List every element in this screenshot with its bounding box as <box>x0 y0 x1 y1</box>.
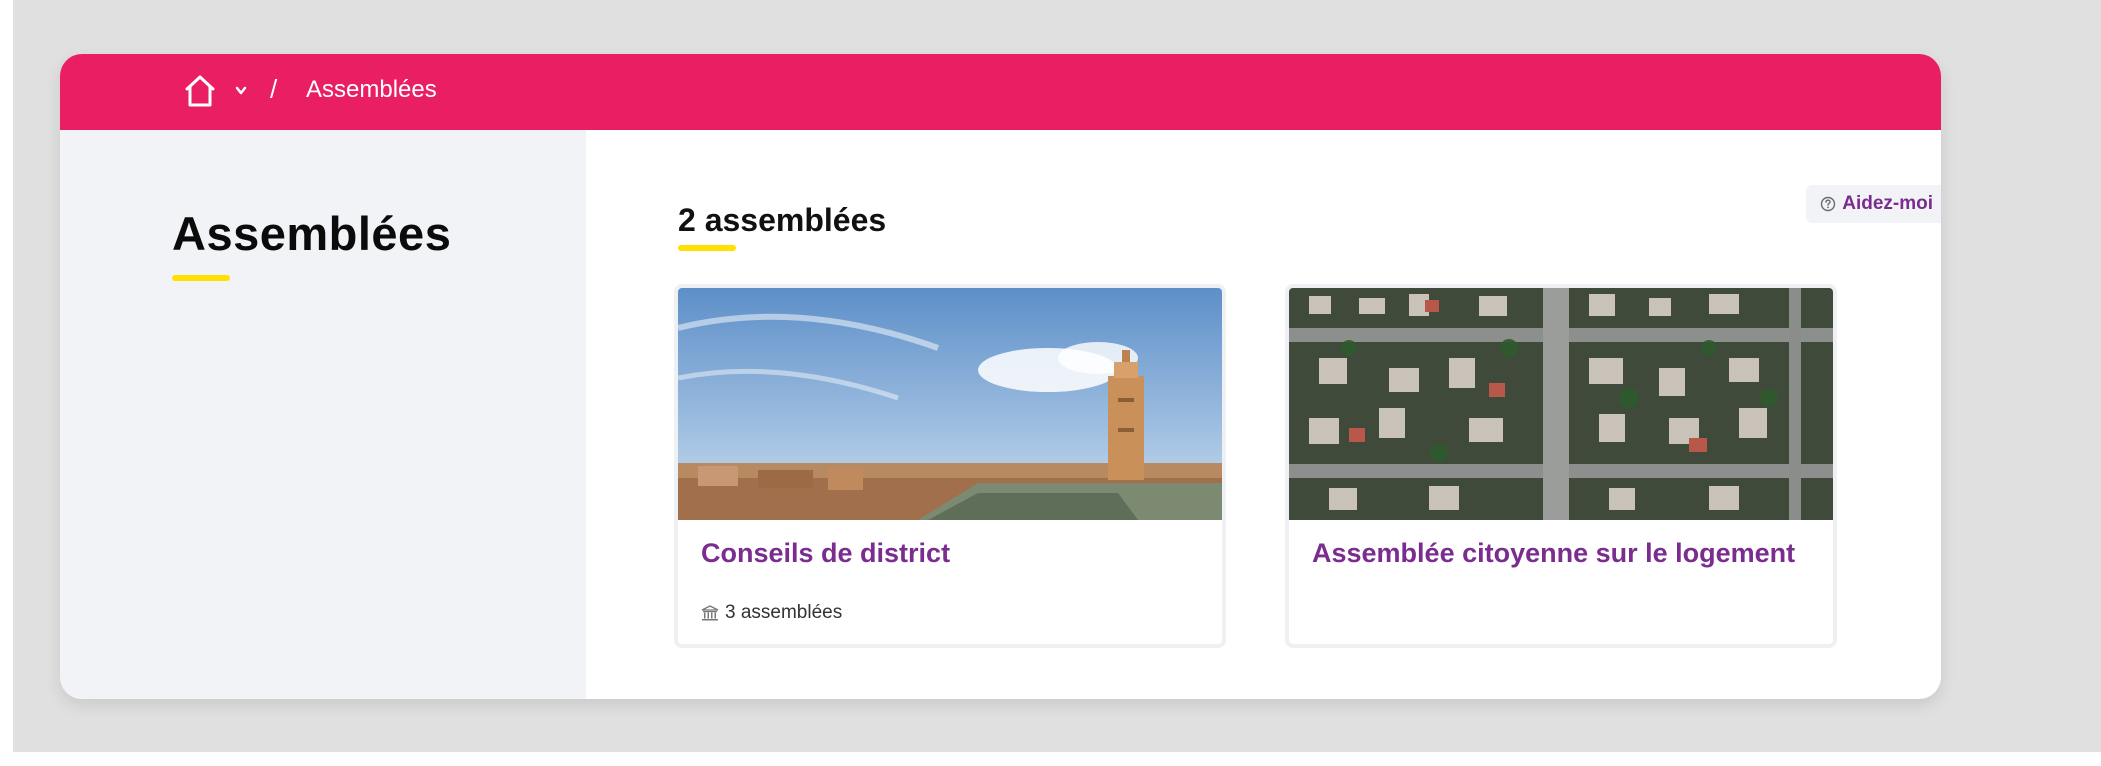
city-skyline-photo <box>678 288 1222 520</box>
chevron-down-icon[interactable] <box>234 85 248 97</box>
question-circle-icon <box>1821 196 1836 212</box>
card-meta-count: 3 assemblées <box>725 602 843 623</box>
assembly-card-district-councils[interactable]: Conseils de district 3 assemblées <box>674 284 1226 648</box>
app-window: / Assemblées Assemblées 2 assemblées Aid… <box>60 54 1941 699</box>
page-title: Assemblées <box>172 207 452 260</box>
card-title[interactable]: Assemblée citoyenne sur le logement <box>1312 538 1795 569</box>
aerial-neighborhood-photo <box>1289 288 1833 520</box>
help-button-label: Aidez-moi <box>1842 193 1933 214</box>
top-navigation-bar: / Assemblées <box>60 54 1941 130</box>
help-button[interactable]: Aidez-moi <box>1806 185 1941 223</box>
assembly-card-housing[interactable]: Assemblée citoyenne sur le logement <box>1285 284 1837 648</box>
breadcrumb-separator: / <box>270 74 278 104</box>
breadcrumb-current[interactable]: Assemblées <box>306 76 437 104</box>
main-content: 2 assemblées Aidez-moi Conseils de distr… <box>586 130 1941 699</box>
heading-underline <box>678 245 736 251</box>
home-icon[interactable] <box>184 74 216 108</box>
page-background: / Assemblées Assemblées 2 assemblées Aid… <box>13 0 2101 752</box>
assembly-count-heading: 2 assemblées <box>678 202 887 238</box>
building-icon <box>701 605 719 621</box>
sidebar: Assemblées <box>60 130 586 699</box>
title-underline <box>172 275 230 281</box>
card-title[interactable]: Conseils de district <box>701 538 950 569</box>
card-meta: 3 assemblées <box>701 602 842 624</box>
